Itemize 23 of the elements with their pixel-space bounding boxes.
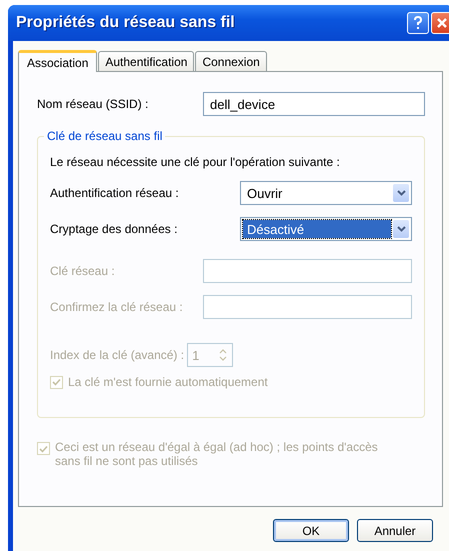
- description-text: Le réseau nécessite une clé pour l'opération suivante :: [50, 155, 341, 169]
- group-title: Clé de réseau sans fil: [44, 129, 166, 143]
- dropdown-value: Ouvrir: [246, 184, 284, 202]
- dropdown[interactable]: Désactivé: [240, 217, 412, 241]
- field-label: Confirmez la clé réseau :: [50, 300, 184, 314]
- tab[interactable]: Association: [18, 50, 98, 72]
- tab[interactable]: Connexion: [195, 51, 267, 71]
- checkbox-label: Ceci est un réseau d'égal à égal (ad hoc) ; les points d'accès sans fil ne sont pas utilisés: [55, 440, 379, 468]
- window-title: Propriétés du réseau sans fil: [16, 14, 236, 32]
- field-label: Index de la clé (avancé) :: [50, 348, 184, 362]
- help-icon[interactable]: [407, 12, 429, 34]
- checkbox-label: La clé m'est fournie automatiquement: [68, 375, 268, 389]
- dialog-button[interactable]: OK: [273, 519, 349, 542]
- dialog-button[interactable]: Annuler: [357, 519, 433, 542]
- field-label: Clé réseau :: [50, 264, 116, 278]
- tab[interactable]: Authentification: [98, 51, 194, 71]
- input-field[interactable]: dell_device: [203, 92, 425, 116]
- field-label: Authentification réseau :: [50, 186, 180, 200]
- field-label: Cryptage des données :: [50, 222, 178, 236]
- dropdown[interactable]: Ouvrir: [240, 181, 412, 205]
- field-label: Nom réseau (SSID) :: [37, 97, 150, 111]
- close-icon[interactable]: [431, 12, 449, 34]
- dropdown-value: Désactivé: [243, 220, 391, 238]
